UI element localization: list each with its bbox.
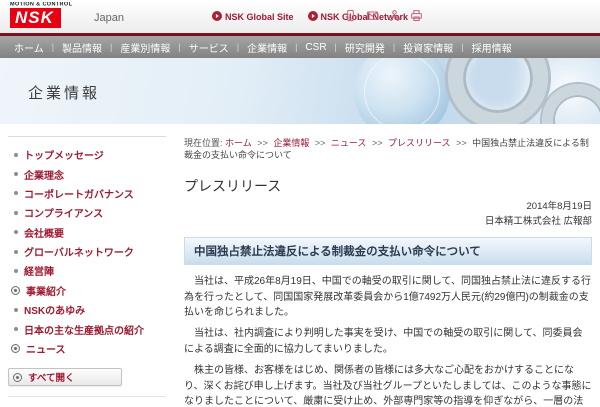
sidebar-item-global-network[interactable]: グローバルネットワーク	[8, 242, 172, 261]
region-label: Japan	[94, 12, 124, 24]
utility-icons	[344, 9, 423, 27]
expand-icon	[13, 373, 22, 382]
expand-all-button[interactable]: すべて開く	[8, 368, 122, 386]
nav-separator: |	[52, 42, 54, 52]
bullet-icon	[14, 172, 18, 176]
nav-item-home[interactable]: ホーム	[14, 40, 44, 55]
globe-image	[354, 58, 450, 124]
sidebar-item-top-message[interactable]: トップメッセージ	[8, 145, 172, 164]
breadcrumb-link-news[interactable]: ニュース	[331, 138, 367, 148]
bullet-icon	[14, 191, 18, 195]
bullet-icon	[14, 250, 18, 254]
sidebar-item-production-sites[interactable]: 日本の主な生産拠点の紹介	[8, 319, 172, 338]
sitemap-icon[interactable]	[388, 9, 401, 27]
nav-item-services[interactable]: サービス	[189, 40, 229, 55]
nsk-logo[interactable]: MOTION & CONTROL NSK	[10, 2, 78, 28]
release-byline: 日本精工株式会社 広報部	[184, 215, 592, 230]
nsk-global-site-link[interactable]: NSK Global Site	[212, 11, 294, 23]
nav-separator: |	[295, 42, 297, 52]
nav-item-csr[interactable]: CSR	[305, 42, 326, 53]
breadcrumb-link-press[interactable]: プレスリリース	[388, 138, 451, 148]
global-nav: ホーム | 製品情報 | 産業別情報 | サービス | 企業情報 | CSR |…	[0, 36, 600, 58]
breadcrumb-link-company[interactable]: 企業情報	[273, 138, 309, 148]
section-banner: 企業情報	[0, 58, 600, 124]
page-title: プレスリリース	[184, 176, 592, 196]
mail-icon[interactable]	[366, 9, 379, 27]
article-paragraph: 当社は、平成26年8月19日、中国での軸受の取引に関して、同国独占禁止法に違反す…	[184, 274, 592, 321]
global-link-label: NSK Global Site	[225, 12, 294, 22]
nav-separator: |	[110, 42, 112, 52]
logo-mark: NSK	[10, 8, 61, 28]
page: MOTION & CONTROL NSK Japan NSK Global Si…	[0, 0, 600, 407]
sidebar-item-compliance[interactable]: コンプライアンス	[8, 203, 172, 222]
bullet-icon	[14, 308, 18, 312]
release-date: 2014年8月19日	[184, 200, 592, 215]
main-content: 現在位置: ホーム >> 企業情報 >> ニュース >> プレスリリース >> …	[172, 124, 600, 407]
sidebar-divider	[8, 396, 166, 397]
nav-item-rd[interactable]: 研究開発	[345, 40, 385, 55]
article-paragraph: 株主の皆様、お客様をはじめ、関係者の皆様には多大なご心配をおかけすることになり、…	[184, 363, 592, 407]
nav-item-recruit[interactable]: 採用情報	[472, 40, 512, 55]
breadcrumb: 現在位置: ホーム >> 企業情報 >> ニュース >> プレスリリース >> …	[184, 138, 592, 161]
sidebar-item-news[interactable]: ニュース	[8, 339, 172, 358]
nav-separator: |	[237, 42, 239, 52]
article-body: 当社は、平成26年8月19日、中国での軸受の取引に関して、同国独占禁止法に違反す…	[184, 274, 592, 407]
play-circle-icon	[212, 11, 222, 23]
nav-item-products[interactable]: 製品情報	[62, 40, 102, 55]
breadcrumb-prefix: 現在位置:	[184, 138, 223, 148]
sidebar-item-business[interactable]: 事業紹介	[8, 281, 172, 300]
expand-icon	[11, 344, 20, 353]
print-icon[interactable]	[410, 9, 423, 27]
mobile-site-icon[interactable]	[344, 9, 357, 27]
section-title: 企業情報	[28, 82, 100, 103]
bullet-icon	[14, 327, 18, 331]
breadcrumb-separator: >>	[456, 138, 467, 148]
logo-tagline: MOTION & CONTROL	[10, 2, 72, 8]
breadcrumb-separator: >>	[372, 138, 383, 148]
breadcrumb-separator: >>	[315, 138, 326, 148]
bullet-icon	[14, 153, 18, 157]
sidebar-item-company-profile[interactable]: 会社概要	[8, 223, 172, 242]
play-circle-icon	[308, 11, 318, 23]
date-block: 2014年8月19日 日本精工株式会社 広報部	[184, 200, 592, 229]
sidebar-item-philosophy[interactable]: 企業理念	[8, 164, 172, 183]
expand-icon	[11, 286, 20, 295]
nav-separator: |	[461, 42, 463, 52]
nav-item-ir[interactable]: 投資家情報	[403, 40, 453, 55]
breadcrumb-separator: >>	[257, 138, 268, 148]
breadcrumb-link-home[interactable]: ホーム	[225, 138, 252, 148]
sidebar-item-management[interactable]: 経営陣	[8, 261, 172, 280]
sidebar-item-governance[interactable]: コーポレートガバナンス	[8, 184, 172, 203]
nav-separator: |	[393, 42, 395, 52]
sidebar-item-history[interactable]: NSKのあゆみ	[8, 300, 172, 319]
nav-separator: |	[335, 42, 337, 52]
nav-item-industries[interactable]: 産業別情報	[120, 40, 170, 55]
article-title: 中国独占禁止法違反による制裁金の支払い命令について	[184, 237, 592, 265]
nav-item-company[interactable]: 企業情報	[247, 40, 287, 55]
article-paragraph: 当社は、社内調査により判明した事実を受け、中国での軸受の取引に関して、同委員会に…	[184, 326, 592, 358]
sidebar-divider	[8, 136, 166, 137]
nav-separator: |	[178, 42, 180, 52]
bullet-icon	[14, 211, 18, 215]
bullet-icon	[14, 269, 18, 273]
bullet-icon	[14, 230, 18, 234]
top-bar: MOTION & CONTROL NSK Japan NSK Global Si…	[0, 0, 600, 33]
sidebar: トップメッセージ 企業理念 コーポレートガバナンス コンプライアンス 会社概要 …	[0, 124, 172, 397]
